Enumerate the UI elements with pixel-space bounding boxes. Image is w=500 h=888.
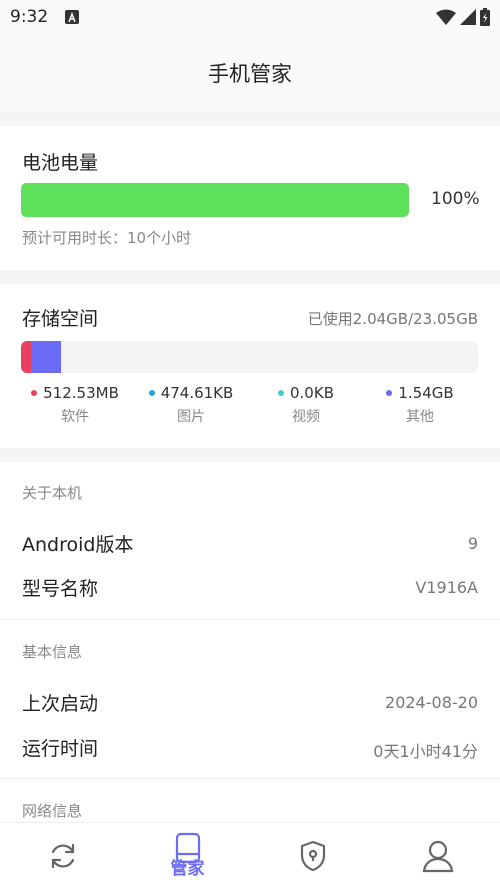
last-boot-value: 2024-08-20 bbox=[385, 693, 478, 712]
legend-dot bbox=[278, 390, 284, 396]
app-header: 手机管家 bbox=[0, 34, 500, 112]
legend-dot bbox=[386, 390, 393, 396]
legend-label: 其他 bbox=[406, 409, 434, 425]
notification-a-icon bbox=[65, 10, 79, 24]
page-title: 手机管家 bbox=[208, 62, 292, 86]
storage-card: 存储空间 已使用2.04GB/23.05GB 512.53MB 软件 474.6… bbox=[0, 284, 500, 448]
model-name-value: V1916A bbox=[415, 578, 478, 597]
divider bbox=[0, 619, 500, 620]
battery-status-icon bbox=[480, 8, 490, 26]
status-bar: 9:32 bbox=[0, 0, 500, 34]
battery-percent: 100% bbox=[431, 189, 480, 209]
status-icons bbox=[436, 7, 490, 27]
battery-level-fill bbox=[21, 183, 409, 217]
battery-card: 电池电量 100% 预计可用时长：10个小时 bbox=[0, 126, 500, 270]
last-boot-label: 上次启动 bbox=[22, 693, 99, 715]
legend-item-video: 0.0KB 视频 bbox=[246, 384, 366, 426]
model-name-label: 型号名称 bbox=[22, 578, 99, 600]
device-info-card: 关于本机 Android版本 9 型号名称 V1916A 基本信息 上次启动 2… bbox=[0, 462, 500, 822]
user-icon bbox=[422, 840, 453, 873]
battery-title: 电池电量 bbox=[22, 152, 99, 174]
legend-label: 视频 bbox=[292, 409, 320, 425]
wifi-icon bbox=[436, 9, 456, 25]
refresh-icon bbox=[51, 843, 74, 869]
legend-value: 512.53MB bbox=[43, 384, 119, 402]
legend-value: 1.54GB bbox=[398, 384, 454, 402]
status-time: 9:32 bbox=[10, 7, 49, 27]
storage-used: 已使用2.04GB/23.05GB bbox=[307, 310, 478, 328]
nav-item-refresh[interactable] bbox=[0, 823, 125, 888]
android-version-label: Android版本 bbox=[22, 534, 134, 556]
legend-value: 474.61KB bbox=[160, 384, 234, 402]
storage-segment-software bbox=[21, 341, 31, 373]
section-network-title: 网络信息 bbox=[22, 802, 83, 820]
nav-item-profile[interactable] bbox=[375, 823, 500, 888]
legend-label: 软件 bbox=[61, 409, 89, 425]
section-basic-title: 基本信息 bbox=[22, 643, 83, 661]
uptime-value: 0天1小时41分 bbox=[373, 742, 478, 761]
uptime-label: 运行时间 bbox=[22, 738, 99, 760]
legend-value: 0.0KB bbox=[290, 384, 334, 402]
battery-estimate: 预计可用时长：10个小时 bbox=[22, 229, 192, 247]
divider bbox=[0, 778, 500, 779]
nav-item-manager[interactable]: 管家 bbox=[125, 823, 250, 888]
legend-dot bbox=[148, 390, 155, 396]
storage-usage-bar bbox=[21, 341, 478, 373]
legend-item-other: 1.54GB 其他 bbox=[360, 384, 480, 426]
signal-icon bbox=[460, 9, 476, 25]
storage-title: 存储空间 bbox=[22, 308, 99, 330]
legend-item-software: 512.53MB 软件 bbox=[15, 384, 135, 426]
legend-label: 图片 bbox=[177, 409, 205, 425]
storage-legend: 512.53MB 软件 474.61KB 图片 0.0KB 视频 1.54GB … bbox=[0, 384, 500, 432]
shield-icon bbox=[300, 840, 325, 872]
storage-segment-other bbox=[30, 341, 62, 373]
nav-item-security[interactable] bbox=[250, 823, 375, 888]
bottom-nav: 管家 bbox=[0, 822, 500, 888]
battery-level-bar bbox=[21, 183, 409, 217]
legend-dot bbox=[31, 390, 38, 396]
nav-label-manager: 管家 bbox=[170, 859, 205, 879]
android-version-value: 9 bbox=[467, 534, 478, 553]
legend-item-images: 474.61KB 图片 bbox=[131, 384, 251, 426]
section-about-title: 关于本机 bbox=[22, 484, 83, 502]
